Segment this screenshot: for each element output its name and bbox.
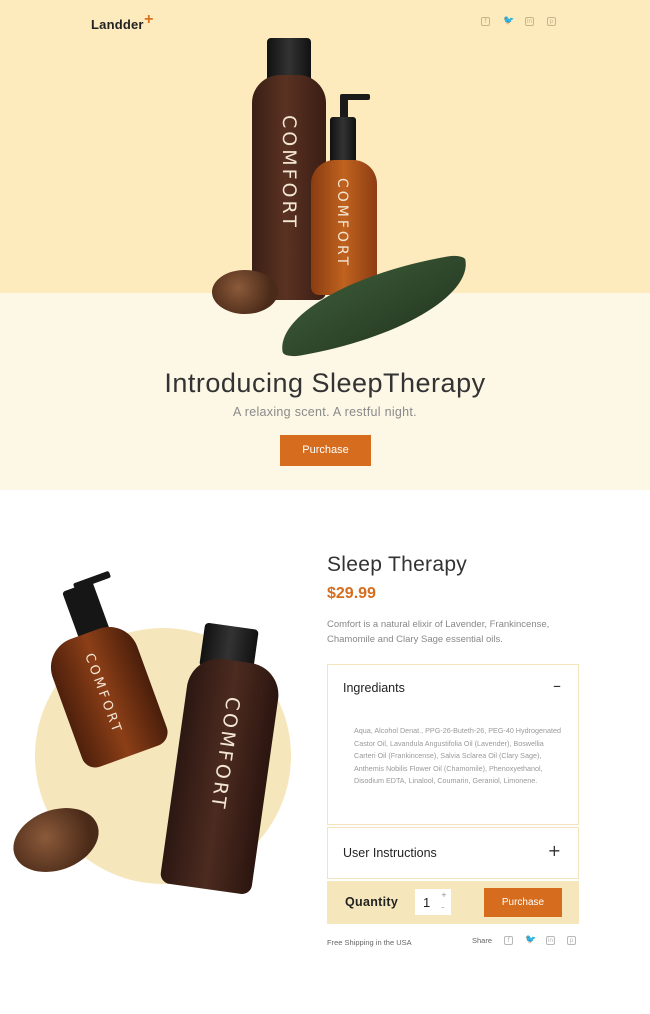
ingredients-text: Aqua, Alcohol Denat., PPG-26-Buteth-26, …	[354, 726, 561, 786]
expand-icon[interactable]: +	[548, 841, 561, 860]
product-purchase-button[interactable]: Purchase	[484, 888, 562, 917]
twitter-icon[interactable]: 🐦	[525, 936, 536, 945]
collapse-icon[interactable]: –	[553, 676, 561, 695]
hero-bottle-pump: COMFORT	[311, 160, 377, 295]
product-title: Sleep Therapy	[327, 553, 468, 576]
product-price: $29.99	[327, 585, 376, 602]
share-label: Share	[472, 936, 493, 945]
hero-title: Introducing SleepTherapy	[164, 368, 486, 398]
accordion-instructions: User Instructions +	[327, 827, 579, 879]
product-bottle-large-label: COMFORT	[206, 695, 244, 813]
brand-name: Landder	[91, 17, 144, 32]
hero-purchase-button[interactable]: Purchase	[280, 435, 371, 466]
brand-logo[interactable]: Landder +	[91, 11, 153, 32]
hero-bottle-large-label: COMFORT	[278, 115, 300, 230]
accordion-ingredients-header[interactable]: Ingrediants –	[328, 665, 578, 711]
facebook-icon[interactable]: f	[481, 17, 490, 26]
product-bottle-pump-label: COMFORT	[81, 651, 125, 737]
hero-pump-cap	[330, 117, 356, 165]
pinterest-icon[interactable]: p	[547, 17, 556, 26]
accordion-instructions-header[interactable]: User Instructions +	[328, 828, 578, 874]
pinterest-icon[interactable]: p	[567, 936, 577, 945]
quantity-label: Quantity	[345, 895, 399, 909]
linkedin-icon[interactable]: in	[546, 936, 556, 945]
brand-plus-icon: +	[144, 11, 154, 28]
quantity-bar: Quantity + – Purchase	[327, 881, 579, 924]
accordion-ingredients-title: Ingrediants	[343, 681, 405, 695]
quantity-increase-icon[interactable]: +	[441, 891, 447, 899]
quantity-decrease-icon[interactable]: –	[441, 903, 445, 911]
hero-pump-stem	[340, 96, 348, 118]
pinecone-image	[212, 270, 278, 314]
accordion-ingredients: Ingrediants – Aqua, Alcohol Denat., PPG-…	[327, 664, 579, 825]
facebook-icon[interactable]: f	[504, 936, 514, 945]
shipping-note: Free Shipping in the USA	[327, 938, 412, 947]
twitter-icon[interactable]: 🐦	[503, 17, 514, 26]
share-links: Share f 🐦 in p	[472, 936, 577, 945]
header-social-links: f 🐦 in p	[481, 17, 556, 26]
accordion-instructions-title: User Instructions	[343, 846, 437, 860]
hero-bottle-pump-label: COMFORT	[334, 178, 350, 269]
hero-section: Landder + f 🐦 in p COMFORT COMFORT Intro…	[0, 0, 650, 490]
hero-subtitle: A relaxing scent. A restful night.	[233, 405, 417, 419]
linkedin-icon[interactable]: in	[525, 17, 534, 26]
product-description: Comfort is a natural elixir of Lavender,…	[327, 619, 550, 645]
